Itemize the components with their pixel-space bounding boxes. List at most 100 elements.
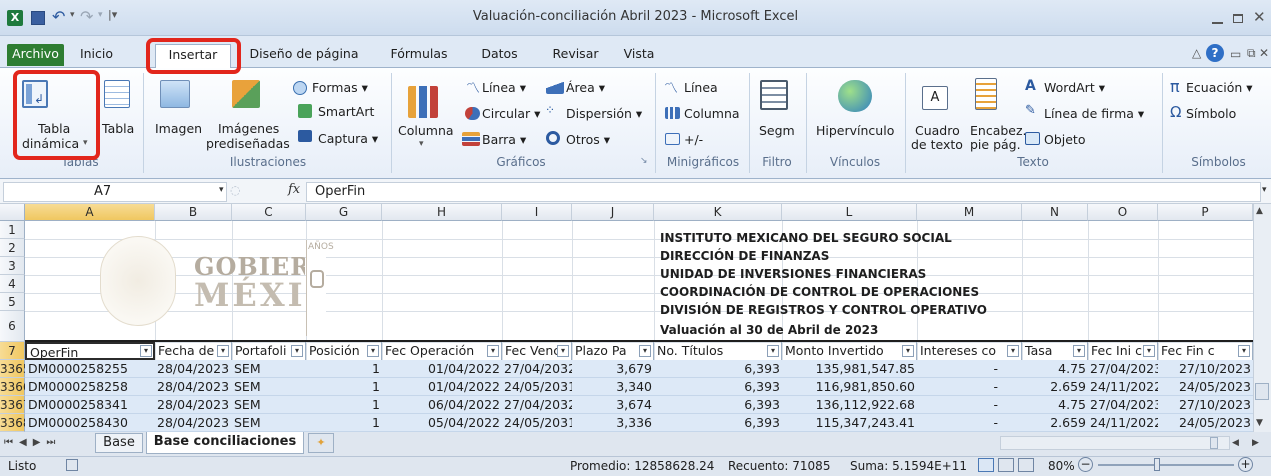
filter-dropdown-icon[interactable]: ▾ <box>902 345 914 357</box>
image-label[interactable]: Imagen <box>155 121 202 136</box>
close-icon[interactable]: ✕ <box>1253 8 1266 26</box>
horizontal-scrollbar[interactable] <box>1000 436 1230 450</box>
table-cell[interactable]: 28/04/2023 <box>155 378 232 396</box>
image-icon[interactable] <box>160 80 190 108</box>
zoom-in-icon[interactable]: + <box>1238 457 1253 472</box>
row-header-6[interactable]: 6 <box>0 311 25 342</box>
slicer-icon[interactable] <box>760 80 788 110</box>
filter-dropdown-icon[interactable]: ▾ <box>367 345 379 357</box>
sparkline-winloss-label[interactable]: +/- <box>684 132 703 147</box>
row-header-2[interactable]: 2 <box>0 239 25 257</box>
table-cell[interactable]: 24/05/2031 <box>502 414 572 432</box>
table-cell[interactable]: 3,679 <box>572 360 654 378</box>
table-cell[interactable]: 6,393 <box>654 378 782 396</box>
sparkline-column-icon[interactable] <box>665 107 680 119</box>
column-header-b[interactable]: B <box>155 204 232 221</box>
object-icon[interactable] <box>1025 132 1040 145</box>
normal-view-icon[interactable] <box>978 458 994 472</box>
table-cell[interactable]: 3,336 <box>572 414 654 432</box>
column-header-i[interactable]: I <box>502 204 572 221</box>
column-header-c[interactable]: C <box>232 204 306 221</box>
table-cell[interactable]: 28/04/2023 <box>155 360 232 378</box>
zoom-slider-thumb[interactable] <box>1154 458 1160 471</box>
doc-minimize-icon[interactable]: ▭ <box>1230 47 1241 61</box>
table-cell[interactable]: 24/05/2023 <box>1158 414 1253 432</box>
row-header-1[interactable]: 1 <box>0 221 25 239</box>
table-cell[interactable]: 135,981,547.85 <box>782 360 917 378</box>
sheet-nav-icons[interactable]: ⏮◀▶⏭ <box>4 437 61 448</box>
zoom-out-icon[interactable]: − <box>1078 457 1093 472</box>
scroll-right-icon[interactable]: ▶ <box>1252 438 1259 448</box>
minimize-icon[interactable] <box>1212 22 1223 24</box>
table-cell[interactable]: 27/10/2023 <box>1158 360 1253 378</box>
shapes-label[interactable]: Formas ▾ <box>312 80 368 95</box>
filter-dropdown-icon[interactable]: ▾ <box>217 345 229 357</box>
zoom-level[interactable]: 80% <box>1048 459 1075 473</box>
hyperlink-icon[interactable] <box>838 80 872 112</box>
scroll-thumb[interactable] <box>1255 383 1269 400</box>
table-cell[interactable]: 24/11/2022 <box>1088 378 1158 396</box>
table-label[interactable]: Tabla <box>102 121 134 136</box>
slicer-label[interactable]: Segm <box>759 123 795 138</box>
wordart-label[interactable]: WordArt ▾ <box>1044 80 1105 95</box>
screenshot-label[interactable]: Captura ▾ <box>318 131 378 146</box>
filter-dropdown-icon[interactable]: ▾ <box>1143 345 1155 357</box>
column-header-p[interactable]: P <box>1158 204 1253 221</box>
clipart-icon[interactable] <box>232 80 260 108</box>
insert-function-icon[interactable]: fx <box>288 182 300 197</box>
table-cell[interactable]: 1 <box>306 378 382 396</box>
table-cell[interactable]: 27/10/2023 <box>1158 396 1253 414</box>
equation-icon[interactable]: π <box>1170 77 1180 96</box>
table-cell[interactable]: 01/04/2022 <box>382 360 502 378</box>
row-header-3368[interactable]: 3368 <box>0 414 31 432</box>
filter-dropdown-icon[interactable]: ▾ <box>291 345 303 357</box>
signature-line-icon[interactable]: ✎ <box>1025 103 1036 118</box>
signature-line-label[interactable]: Línea de firma ▾ <box>1044 106 1144 121</box>
sparkline-line-label[interactable]: Línea <box>684 80 718 95</box>
table-icon[interactable] <box>104 80 130 108</box>
table-cell[interactable]: DM0000258430 <box>25 414 155 432</box>
sparkline-line-icon[interactable]: 〽 <box>664 78 678 98</box>
table-cell[interactable]: - <box>917 378 1022 396</box>
smartart-label[interactable]: SmartArt <box>318 104 374 119</box>
column-header-j[interactable]: J <box>572 204 654 221</box>
table-cell[interactable]: 3,674 <box>572 396 654 414</box>
textbox-icon[interactable]: A <box>922 86 948 110</box>
symbol-icon[interactable]: Ω <box>1170 103 1181 121</box>
table-cell[interactable]: - <box>917 396 1022 414</box>
zoom-slider[interactable] <box>1098 464 1234 466</box>
table-cell[interactable]: 1 <box>306 414 382 432</box>
other-charts-icon[interactable] <box>546 131 560 145</box>
shapes-icon[interactable] <box>293 81 307 95</box>
table-cell[interactable]: 27/04/2023 <box>1088 360 1158 378</box>
row-header-7[interactable]: 7 <box>0 342 25 360</box>
sheet-tab-base[interactable]: Base <box>95 433 143 453</box>
table-cell[interactable]: DM0000258255 <box>25 360 155 378</box>
hyperlink-label[interactable]: Hipervínculo <box>816 123 894 138</box>
table-cell[interactable]: SEM <box>232 414 306 432</box>
filter-dropdown-icon[interactable]: ▾ <box>140 345 152 357</box>
filter-dropdown-icon[interactable]: ▾ <box>767 345 779 357</box>
table-cell[interactable]: 27/04/2032 <box>502 360 572 378</box>
table-cell[interactable]: DM0000258258 <box>25 378 155 396</box>
row-header-5[interactable]: 5 <box>0 293 25 311</box>
restore-icon[interactable] <box>1233 14 1243 23</box>
table-cell[interactable]: 1 <box>306 360 382 378</box>
table-cell[interactable]: 05/04/2022 <box>382 414 502 432</box>
expand-formula-icon[interactable]: ▾ <box>1262 185 1267 195</box>
table-cell[interactable]: 3,340 <box>572 378 654 396</box>
sparkline-column-label[interactable]: Columna <box>684 106 740 121</box>
area-chart-label[interactable]: Área ▾ <box>566 80 605 95</box>
table-cell[interactable]: 115,347,243.41 <box>782 414 917 432</box>
table-cell[interactable]: 116,981,850.60 <box>782 378 917 396</box>
formula-input[interactable]: OperFin <box>306 182 1261 202</box>
row-header-3365[interactable]: 3365 <box>0 360 31 378</box>
doc-close-icon[interactable]: ✕ <box>1259 46 1269 60</box>
line-chart-label[interactable]: Línea ▾ <box>482 80 526 95</box>
column-header-m[interactable]: M <box>917 204 1022 221</box>
table-cell[interactable]: 136,112,922.68 <box>782 396 917 414</box>
scroll-up-icon[interactable]: ▲ <box>1256 206 1263 216</box>
scatter-chart-icon[interactable]: ⁘ <box>545 103 555 117</box>
header-footer-label-2[interactable]: pie pág. <box>970 137 1021 152</box>
table-cell[interactable]: SEM <box>232 360 306 378</box>
